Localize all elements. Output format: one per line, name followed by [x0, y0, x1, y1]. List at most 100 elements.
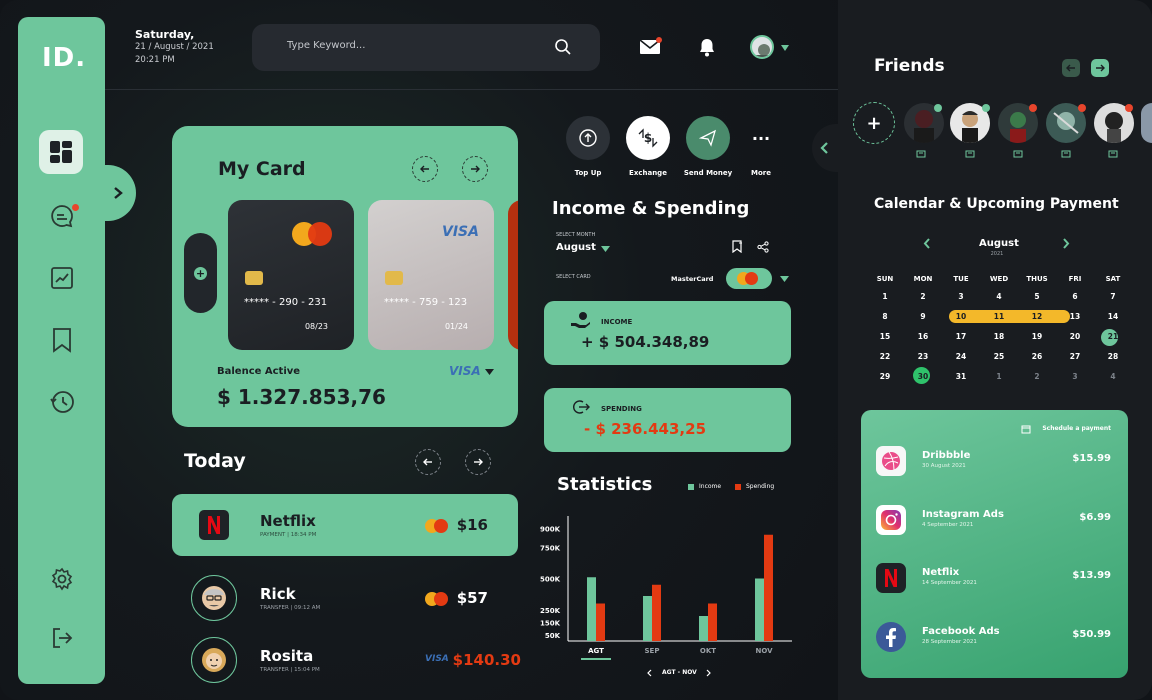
calendar-day[interactable]: 7	[1094, 292, 1132, 301]
card-next-button[interactable]	[462, 156, 488, 182]
search-icon[interactable]	[554, 38, 572, 56]
calendar-day[interactable]: 1	[866, 292, 904, 301]
month-select[interactable]: August	[556, 242, 596, 253]
message-icon[interactable]	[1013, 150, 1023, 159]
credit-card-partial[interactable]	[508, 200, 518, 350]
chevron-down-icon[interactable]	[780, 276, 789, 283]
transaction-row[interactable]: Rosita TRANSFER | 15:04 PM VISA $140.30	[172, 629, 521, 691]
legend-label: Spending	[746, 483, 775, 490]
chevron-right-icon	[114, 187, 123, 199]
bookmark-icon[interactable]	[731, 240, 743, 253]
payment-row[interactable]: Netflix 14 September 2021 $13.99	[875, 561, 1115, 595]
calendar-day[interactable]: 22	[866, 352, 904, 361]
right-panel-collapse-button[interactable]	[812, 124, 838, 172]
calendar-day[interactable]: 30	[904, 372, 942, 381]
calendar-day[interactable]: 3	[942, 292, 980, 301]
calendar-day[interactable]: 14	[1094, 312, 1132, 321]
credit-card-visa[interactable]: VISA ***** - 759 - 123 01/24	[368, 200, 494, 350]
transaction-row[interactable]: Netflix PAYMENT | 18:34 PM $16	[172, 494, 518, 556]
calendar-day[interactable]: 23	[904, 352, 942, 361]
transaction-row[interactable]: Rick TRANSFER | 09:12 AM $57	[172, 567, 518, 629]
chevron-left-icon[interactable]	[646, 669, 654, 677]
user-avatar[interactable]	[750, 35, 774, 59]
chevron-down-icon[interactable]	[601, 246, 610, 253]
bell-icon[interactable]	[697, 37, 717, 61]
dashboard-nav-icon[interactable]	[39, 130, 83, 174]
calendar-day[interactable]: 25	[980, 352, 1018, 361]
calendar-day[interactable]: 27	[1056, 352, 1094, 361]
analytics-nav-icon[interactable]	[42, 258, 82, 298]
credit-card-mastercard[interactable]: ***** - 290 - 231 08/23	[228, 200, 354, 350]
calendar-day[interactable]: 10	[942, 312, 980, 321]
calendar-day[interactable]: 9	[904, 312, 942, 321]
today-next-button[interactable]	[465, 449, 491, 475]
payment-row[interactable]: Dribbble 30 August 2021 $15.99	[875, 444, 1115, 478]
calendar-day[interactable]: 24	[942, 352, 980, 361]
calendar-day[interactable]: 19	[1018, 332, 1056, 341]
calendar-day[interactable]: 20	[1056, 332, 1094, 341]
calendar-day[interactable]: 17	[942, 332, 980, 341]
calendar-day[interactable]: 12	[1018, 312, 1056, 321]
select-card-label: SELECT CARD	[556, 274, 591, 280]
search-input[interactable]: Type Keyword...	[287, 40, 365, 51]
search-bar[interactable]: Type Keyword...	[252, 24, 600, 71]
calendar-day[interactable]: 29	[866, 372, 904, 381]
calendar-month: August	[979, 238, 1019, 249]
calendar-day[interactable]: 18	[980, 332, 1018, 341]
calendar-next-month-icon[interactable]	[1061, 238, 1070, 249]
more-button[interactable]: ···	[739, 116, 783, 160]
calendar-day[interactable]: 31	[942, 372, 980, 381]
friend-avatar-partial[interactable]	[1141, 103, 1152, 143]
message-icon[interactable]	[965, 150, 975, 159]
card-select-toggle[interactable]	[726, 268, 772, 289]
bookmark-nav-icon[interactable]	[42, 320, 82, 360]
message-icon[interactable]	[916, 150, 926, 159]
calendar-day[interactable]: 16	[904, 332, 942, 341]
calendar-day[interactable]: 8	[866, 312, 904, 321]
calendar-day[interactable]: 13	[1056, 312, 1094, 321]
add-friend-button[interactable]: +	[853, 102, 895, 144]
add-card-button[interactable]: +	[184, 233, 217, 313]
statistics-chart: 900K 750K 500K 250K 150K 50K AGT SEP OKT NOV	[540, 516, 792, 660]
share-icon[interactable]	[757, 241, 769, 253]
calendar-day[interactable]: 2	[1018, 372, 1056, 381]
schedule-payment-link[interactable]: Schedule a payment	[1042, 425, 1111, 432]
chevron-down-icon[interactable]	[485, 369, 494, 376]
friends-next-button[interactable]	[1091, 59, 1109, 77]
calendar-day[interactable]: 21	[1094, 332, 1132, 341]
payment-date: 28 September 2021	[922, 639, 977, 645]
calendar-day[interactable]: 15	[866, 332, 904, 341]
y-tick-label: 500K	[540, 576, 561, 584]
calendar-day[interactable]: 4	[980, 292, 1018, 301]
payment-row[interactable]: Instagram Ads 4 September 2021 $6.99	[875, 503, 1115, 537]
history-nav-icon[interactable]	[42, 382, 82, 422]
calendar-day[interactable]: 6	[1056, 292, 1094, 301]
calendar-day[interactable]: 5	[1018, 292, 1056, 301]
more-label: More	[751, 169, 771, 177]
chevron-right-icon[interactable]	[704, 669, 712, 677]
chevron-down-icon[interactable]	[780, 44, 790, 52]
send-money-button[interactable]	[686, 116, 730, 160]
logout-icon[interactable]	[42, 618, 82, 658]
message-icon[interactable]	[1108, 150, 1118, 159]
settings-gear-icon[interactable]	[42, 559, 82, 599]
payment-date: 14 September 2021	[922, 580, 977, 586]
calendar-day[interactable]: 1	[980, 372, 1018, 381]
top-up-button[interactable]	[566, 116, 610, 160]
calendar-day[interactable]: 26	[1018, 352, 1056, 361]
today-prev-button[interactable]	[415, 449, 441, 475]
calendar-day[interactable]: 3	[1056, 372, 1094, 381]
mail-icon[interactable]	[639, 37, 662, 59]
calendar-day[interactable]: 2	[904, 292, 942, 301]
card-prev-button[interactable]	[412, 156, 438, 182]
calendar-day[interactable]: 11	[980, 312, 1018, 321]
sidebar-expand-button[interactable]	[100, 165, 136, 221]
payment-row[interactable]: Facebook Ads 28 September 2021 $50.99	[875, 620, 1115, 654]
friends-prev-button[interactable]	[1062, 59, 1080, 77]
exchange-button[interactable]: $	[626, 116, 670, 160]
calendar-day[interactable]: 28	[1094, 352, 1132, 361]
chat-nav-icon[interactable]	[42, 196, 82, 236]
calendar-prev-month-icon[interactable]	[923, 238, 932, 249]
calendar-day[interactable]: 4	[1094, 372, 1132, 381]
message-icon[interactable]	[1061, 150, 1071, 159]
